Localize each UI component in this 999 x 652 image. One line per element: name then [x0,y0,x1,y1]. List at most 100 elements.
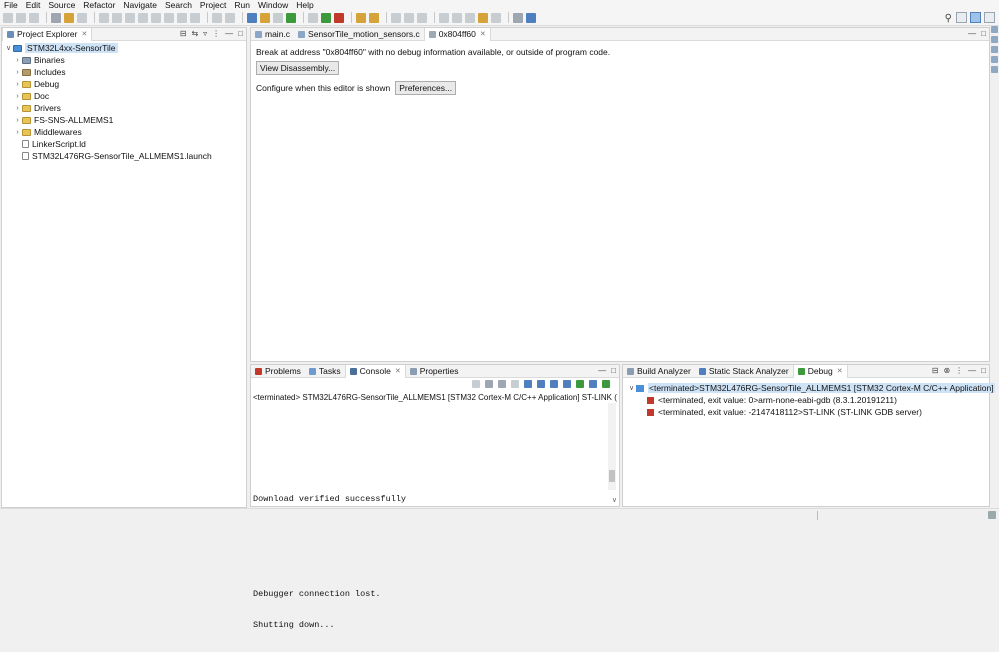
chevron-right-icon[interactable]: › [13,81,22,88]
step-return-icon[interactable] [190,12,200,23]
preferences-button[interactable]: Preferences... [395,81,457,95]
device-config-icon[interactable] [273,12,283,23]
debug-launch-item[interactable]: ∨ <terminated>STM32L476RG-SensorTile_ALL… [627,382,995,394]
scroll-lock-icon[interactable] [524,380,532,388]
show-whitespace-icon[interactable] [417,12,427,23]
tree-item-drivers[interactable]: › Drivers [4,102,212,114]
clear-console-icon[interactable] [511,380,519,388]
tab-build-analyzer[interactable]: Build Analyzer [623,365,695,378]
close-icon[interactable]: ✕ [837,367,843,375]
chevron-right-icon[interactable]: › [13,117,22,124]
remove-all-terminated-icon[interactable]: ⊗ [943,366,950,375]
settings-icon[interactable] [51,12,61,23]
show-on-error-icon[interactable] [563,380,571,388]
menu-file[interactable]: File [4,0,18,10]
tree-item-binaries[interactable]: › Binaries [4,54,212,66]
chevron-right-icon[interactable]: › [13,93,22,100]
view-menu-icon[interactable]: ⋮ [955,366,963,375]
console-vertical-scrollbar[interactable] [608,403,616,490]
back-icon[interactable] [478,12,488,23]
menu-search[interactable]: Search [165,0,192,10]
debug-config-icon[interactable] [308,12,318,23]
collapse-all-icon[interactable]: ⊟ [932,366,939,375]
tree-item-middlewares[interactable]: › Middlewares [4,126,212,138]
prev-annotation-icon[interactable] [452,12,462,23]
skip-breakpoints-icon[interactable] [99,12,109,23]
collapse-all-icon[interactable]: ⊟ [180,29,187,38]
remove-all-icon[interactable] [498,380,506,388]
tree-item-fs-sns-allmems1[interactable]: › FS-SNS-ALLMEMS1 [4,114,212,126]
word-wrap-icon[interactable] [537,380,545,388]
save-all-icon[interactable] [29,12,39,23]
chevron-right-icon[interactable]: › [13,57,22,64]
open-console-icon[interactable] [602,380,610,388]
open-perspective-button-icon[interactable] [956,12,967,23]
pin-console-icon[interactable] [576,380,584,388]
tab-tasks[interactable]: Tasks [305,365,345,378]
tree-item-launch-file[interactable]: STM32L476RG-SensorTile_ALLMEMS1.launch [4,150,212,162]
print-icon[interactable] [77,12,87,23]
tab-address[interactable]: 0x804ff60 ✕ [423,27,491,41]
registers-icon[interactable] [991,56,998,63]
tree-item-includes[interactable]: › Includes [4,66,212,78]
tab-console[interactable]: Console ✕ [344,364,406,378]
show-on-output-icon[interactable] [550,380,558,388]
tree-item-project[interactable]: ∨ STM32L4xx-SensorTile [4,42,212,54]
minimize-icon[interactable]: — [968,366,976,375]
menu-window[interactable]: Window [258,0,288,10]
debug-icon[interactable] [334,12,344,23]
menu-help[interactable]: Help [296,0,313,10]
tree-item-doc[interactable]: › Doc [4,90,212,102]
chevron-right-icon[interactable]: › [13,105,22,112]
maximize-icon[interactable]: □ [238,29,243,38]
variables-icon[interactable] [991,36,998,43]
maximize-icon[interactable]: □ [981,29,986,38]
tab-project-explorer[interactable]: Project Explorer ✕ [2,27,93,41]
disconnect-icon[interactable] [151,12,161,23]
progress-icon[interactable] [988,511,996,519]
minimize-icon[interactable]: — [968,29,976,38]
tab-properties[interactable]: Properties [406,365,463,378]
tab-debug[interactable]: Debug ✕ [792,364,848,378]
chevron-right-icon[interactable]: › [13,129,22,136]
build-icon[interactable] [64,12,74,23]
open-folder-icon[interactable] [260,12,270,23]
tab-main-c[interactable]: main.c [251,28,294,41]
scrollbar-thumb[interactable] [609,470,615,482]
debug-process-item[interactable]: <terminated, exit value: -2147418112>ST-… [627,406,995,418]
menu-run[interactable]: Run [234,0,250,10]
close-icon[interactable]: ✕ [480,30,486,38]
run-icon[interactable] [321,12,331,23]
cpp-perspective-icon[interactable] [984,12,995,23]
step-over-icon[interactable] [177,12,187,23]
open-type-icon[interactable] [356,12,366,23]
chevron-down-icon[interactable]: ∨ [4,44,13,52]
live-expressions-icon[interactable] [991,66,998,73]
tab-sensortile-motion-sensors[interactable]: SensorTile_motion_sensors.c [294,28,424,41]
tab-static-stack-analyzer[interactable]: Static Stack Analyzer [695,365,793,378]
link-editor-icon[interactable]: ⇆ [191,29,198,38]
breakpoints-icon[interactable] [991,46,998,53]
filter-icon[interactable]: ▿ [203,29,207,38]
new-icon[interactable] [3,12,13,23]
menu-project[interactable]: Project [200,0,226,10]
next-annotation-icon[interactable] [439,12,449,23]
chevron-down-icon[interactable]: ∨ [627,384,636,392]
info-icon[interactable] [526,12,536,23]
close-icon[interactable]: ✕ [81,30,87,38]
menu-refactor[interactable]: Refactor [83,0,115,10]
debug-process-item[interactable]: <terminated, exit value: 0>arm-none-eabi… [627,394,995,406]
tree-item-linkerscript[interactable]: LinkerScript.ld [4,138,212,150]
restart-icon[interactable] [225,12,235,23]
menu-navigate[interactable]: Navigate [123,0,157,10]
last-edit-icon[interactable] [465,12,475,23]
search-icon[interactable]: ⚲ [945,13,952,24]
tree-item-debug[interactable]: › Debug [4,78,212,90]
refresh-icon[interactable] [286,12,296,23]
console-horizontal-scrollbar[interactable]: ‹ ∨ [253,496,617,504]
forward-icon[interactable] [491,12,501,23]
menu-edit[interactable]: Edit [26,0,41,10]
instruction-step-icon[interactable] [212,12,222,23]
chevron-right-icon[interactable]: › [13,69,22,76]
view-disassembly-button[interactable]: View Disassembly... [256,61,340,75]
